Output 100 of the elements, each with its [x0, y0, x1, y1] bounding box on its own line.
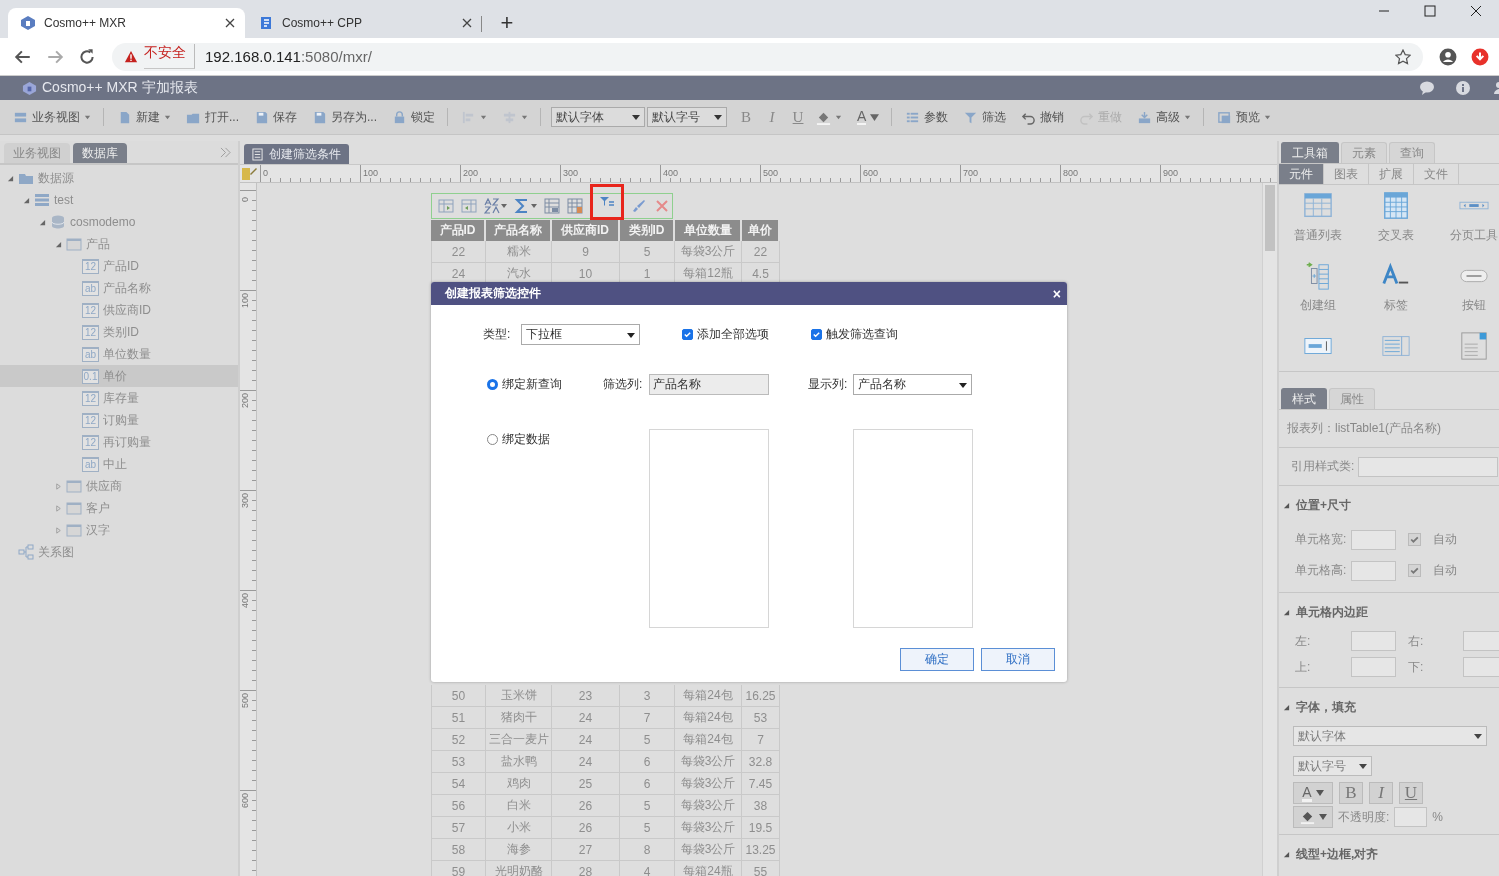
- expanded-icon[interactable]: [1283, 703, 1290, 711]
- opacity-field[interactable]: [1394, 807, 1428, 827]
- tool-label[interactable]: 普通列表: [1294, 227, 1342, 244]
- category-tab[interactable]: 图表: [1324, 164, 1369, 184]
- font-select[interactable]: 默认字号: [647, 107, 728, 127]
- tree-item[interactable]: 供应商: [0, 475, 238, 497]
- padding-field[interactable]: [1351, 631, 1396, 651]
- list-box[interactable]: [649, 429, 769, 628]
- tree-item[interactable]: 关系图: [0, 541, 238, 563]
- tree-item[interactable]: 12 类别ID: [0, 321, 238, 343]
- tool-label[interactable]: 按钮: [1462, 297, 1486, 314]
- expanded-icon[interactable]: [1283, 608, 1290, 616]
- tool-label[interactable]: 标签: [1384, 297, 1408, 314]
- toolbar-button[interactable]: 业务视图: [10, 106, 94, 128]
- toolbar-button[interactable]: 保存: [251, 106, 300, 128]
- collapse-icon[interactable]: [219, 147, 232, 158]
- tree-item[interactable]: cosmodemo: [0, 211, 238, 233]
- format-button[interactable]: I: [761, 108, 784, 126]
- format-button[interactable]: U: [787, 108, 810, 126]
- scrollbar[interactable]: [1262, 183, 1277, 876]
- tree-item[interactable]: 客户: [0, 497, 238, 519]
- padding-field[interactable]: [1463, 657, 1499, 677]
- radio-circle[interactable]: [487, 379, 498, 390]
- maximize-icon[interactable]: [1424, 5, 1436, 17]
- account-icon[interactable]: [1439, 47, 1457, 66]
- close-icon[interactable]: [225, 18, 235, 28]
- browser-tab[interactable]: Cosmo++ CPP: [245, 8, 482, 38]
- font-color-button[interactable]: A: [854, 107, 883, 127]
- tool-label[interactable]: 创建组: [1300, 297, 1336, 314]
- info-icon[interactable]: [1455, 80, 1471, 96]
- browser-tab[interactable]: Cosmo++ MXR: [8, 8, 245, 38]
- close-icon[interactable]: [1470, 5, 1482, 17]
- format-button[interactable]: I: [1369, 782, 1393, 804]
- toolbar-button[interactable]: 锁定: [389, 106, 439, 128]
- tree-item[interactable]: 产品: [0, 233, 238, 255]
- dialog-button[interactable]: 取消: [981, 648, 1055, 671]
- table-tool-button[interactable]: [565, 195, 585, 217]
- table-tool-button[interactable]: [482, 195, 509, 217]
- new-tab-button[interactable]: +: [492, 8, 522, 38]
- padding-field[interactable]: [1463, 631, 1499, 651]
- tree-item[interactable]: ab 中止: [0, 453, 238, 475]
- font-color-button[interactable]: A: [1293, 782, 1333, 804]
- panel-tab[interactable]: 样式: [1281, 388, 1327, 409]
- panel-tab[interactable]: 元素: [1341, 142, 1387, 163]
- padding-field[interactable]: [1351, 657, 1396, 677]
- toolbar-button[interactable]: 打开...: [183, 106, 242, 128]
- tree-item[interactable]: 12 供应商ID: [0, 299, 238, 321]
- tree-item[interactable]: 12 产品ID: [0, 255, 238, 277]
- tree-item[interactable]: 12 库存量: [0, 387, 238, 409]
- font-size-select[interactable]: 默认字号: [1293, 756, 1372, 776]
- toolbar-button[interactable]: 筛选: [960, 106, 1010, 128]
- type-select[interactable]: 下拉框: [521, 324, 640, 345]
- expanded-icon[interactable]: [1283, 501, 1290, 509]
- radio-circle[interactable]: [487, 434, 498, 445]
- pencil-icon[interactable]: [241, 165, 257, 181]
- panel-tab[interactable]: 查询: [1389, 142, 1435, 163]
- checkbox-box[interactable]: [811, 329, 822, 340]
- toolbar-button[interactable]: 预览: [1214, 106, 1275, 128]
- reload-icon[interactable]: [78, 47, 96, 66]
- radio-button[interactable]: 绑定数据: [487, 431, 649, 448]
- tree-item[interactable]: test: [0, 189, 238, 211]
- dropdown-icon[interactable]: [1459, 331, 1489, 361]
- panel-tab[interactable]: 属性: [1329, 388, 1375, 409]
- tree-item[interactable]: 数据源: [0, 167, 238, 189]
- toolbar-button[interactable]: 另存为...: [309, 106, 381, 128]
- panel-tab[interactable]: 业务视图: [4, 143, 70, 163]
- close-button[interactable]: ×: [1052, 285, 1061, 302]
- tree-item[interactable]: 12 再订购量: [0, 431, 238, 453]
- collapsed-icon[interactable]: [54, 526, 62, 534]
- list-box[interactable]: [853, 429, 973, 628]
- tool-label[interactable]: 分页工具: [1450, 227, 1498, 244]
- category-tab[interactable]: 元件: [1279, 164, 1324, 184]
- grid-icon[interactable]: [1381, 191, 1411, 221]
- dialog-button[interactable]: 确定: [900, 648, 974, 671]
- size-field[interactable]: [1351, 560, 1396, 581]
- style-class-field[interactable]: [1358, 456, 1499, 477]
- close-icon[interactable]: [462, 18, 472, 28]
- tool-label[interactable]: 交叉表: [1378, 227, 1414, 244]
- expanded-icon[interactable]: [1283, 850, 1290, 858]
- filter-column-field[interactable]: 产品名称: [649, 374, 769, 395]
- tree-item[interactable]: 12 订购量: [0, 409, 238, 431]
- category-tab[interactable]: 扩展: [1369, 164, 1414, 184]
- checkbox-box[interactable]: [1408, 533, 1421, 546]
- format-button[interactable]: B: [735, 108, 758, 126]
- font-select[interactable]: 默认字体: [1293, 726, 1487, 746]
- format-button[interactable]: U: [1399, 782, 1423, 804]
- address-bar[interactable]: 不安全 192.168.0.141:5080/mxr/: [112, 42, 1423, 71]
- toolbar-button[interactable]: 高级: [1134, 106, 1195, 128]
- chat-icon[interactable]: [1419, 80, 1435, 96]
- display-column-select[interactable]: 产品名称: [853, 374, 972, 395]
- toolbar-button[interactable]: 撤销: [1018, 106, 1068, 128]
- category-tab[interactable]: 文件: [1414, 164, 1459, 184]
- table-tool-button[interactable]: [590, 184, 624, 220]
- user-icon[interactable]: [1491, 80, 1499, 96]
- extension-icon[interactable]: [1471, 47, 1489, 66]
- checkbox[interactable]: 触发筛选查询: [811, 326, 898, 343]
- collapsed-icon[interactable]: [54, 482, 62, 490]
- document-tab[interactable]: 创建筛选条件: [244, 144, 349, 164]
- toolbar-button[interactable]: 新建: [114, 106, 174, 128]
- bookmark-star-icon[interactable]: [1395, 48, 1411, 65]
